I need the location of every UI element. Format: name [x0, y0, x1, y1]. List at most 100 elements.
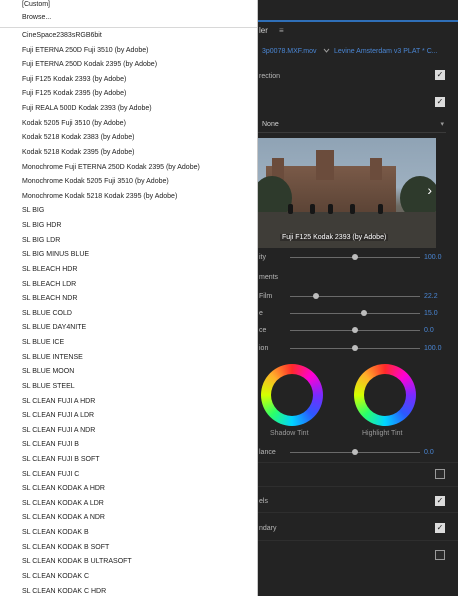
menu-item[interactable]: SL BLEACH HDR: [22, 263, 77, 278]
exposure-label: e: [259, 310, 263, 317]
curves-label: els: [259, 498, 268, 505]
menu-item[interactable]: Browse...: [22, 11, 51, 26]
menu-item[interactable]: SL CLEAN KODAK B SOFT: [22, 541, 109, 556]
menu-item[interactable]: SL CLEAN FUJI A NDR: [22, 424, 95, 439]
menu-item[interactable]: Fuji F125 Kodak 2393 (by Adobe): [22, 73, 126, 88]
preview-ground: [258, 212, 436, 248]
chevron-right-icon[interactable]: ›: [427, 182, 432, 198]
highlight-tint-wheel[interactable]: [354, 364, 416, 426]
vibrance-value[interactable]: 0.0: [424, 327, 434, 334]
menu-item[interactable]: Monochrome Kodak 5218 Kodak 2395 (by Ado…: [22, 190, 177, 205]
adjustments-label: ments: [259, 274, 279, 281]
sharpen-slider-knob[interactable]: [361, 310, 368, 316]
menu-item[interactable]: SL BIG LDR: [22, 234, 60, 249]
saturation-value[interactable]: 100.0: [424, 345, 442, 352]
shadow-tint-wheel[interactable]: [261, 364, 323, 426]
menu-item[interactable]: SL BIG MINUS BLUE: [22, 248, 89, 263]
menu-item[interactable]: Fuji ETERNA 250D Fuji 3510 (by Adobe): [22, 44, 148, 59]
faded-film-slider-knob[interactable]: [313, 293, 319, 299]
menu-item[interactable]: SL BLEACH LDR: [22, 278, 76, 293]
look-dropdown-menu: [Custom] Browse... CineSpace2383sRGB6bit F…: [0, 0, 258, 596]
tint-balance-label: lance: [259, 449, 276, 456]
menu-item[interactable]: SL CLEAN FUJI C: [22, 468, 79, 483]
saturation-slider-knob[interactable]: [352, 345, 358, 351]
menu-item[interactable]: SL BLUE MOON: [22, 365, 74, 380]
menu-item[interactable]: Kodak 5205 Fuji 3510 (by Adobe): [22, 117, 126, 132]
menu-item[interactable]: Monochrome Kodak 5205 Fuji 3510 (by Adob…: [22, 175, 169, 190]
menu-item[interactable]: SL CLEAN KODAK A NDR: [22, 511, 105, 526]
shadow-tint-label: Shadow Tint: [270, 430, 309, 437]
menu-item[interactable]: SL CLEAN KODAK C: [22, 570, 89, 585]
menu-item[interactable]: Fuji REALA 500D Kodak 2393 (by Adobe): [22, 102, 152, 117]
faded-film-label: Film: [259, 293, 273, 300]
menu-item[interactable]: SL CLEAN FUJI B: [22, 438, 79, 453]
saturation-label: ion: [259, 345, 269, 352]
menu-item[interactable]: SL CLEAN KODAK A HDR: [22, 482, 105, 497]
menu-item[interactable]: SL CLEAN FUJI A LDR: [22, 409, 94, 424]
menu-separator: [0, 27, 257, 28]
intensity-label: ity: [259, 254, 266, 261]
section-divider: [258, 462, 458, 463]
menu-item[interactable]: SL CLEAN KODAK B: [22, 526, 89, 541]
hamburger-icon[interactable]: ≡: [279, 26, 284, 35]
menu-item[interactable]: Fuji ETERNA 250D Kodak 2395 (by Adobe): [22, 58, 157, 73]
panel-tab-label[interactable]: ler: [259, 26, 268, 35]
preview-cyclist: [288, 204, 293, 214]
preview-cyclist: [378, 204, 383, 214]
intensity-value[interactable]: 100.0: [424, 254, 442, 261]
menu-item[interactable]: SL BIG: [22, 204, 44, 219]
checkbox-section-3[interactable]: ✓: [435, 523, 445, 533]
section-divider: [258, 512, 458, 513]
preview-tower-right: [370, 158, 382, 180]
menu-item[interactable]: SL CLEAN KODAK B ULTRASOFT: [22, 555, 132, 570]
menu-item[interactable]: Fuji F125 Kodak 2395 (by Adobe): [22, 87, 126, 102]
menu-item[interactable]: SL BIG HDR: [22, 219, 61, 234]
section-divider: [258, 540, 458, 541]
look-preview-image[interactable]: › Fuji F125 Kodak 2393 (by Adobe): [258, 138, 436, 248]
menu-item[interactable]: SL BLUE DAY4NITE: [22, 321, 86, 336]
chevron-down-icon: ▾: [440, 121, 444, 128]
tint-balance-slider-knob[interactable]: [352, 449, 358, 455]
preview-tower: [316, 150, 334, 180]
chevron-down-icon[interactable]: [323, 44, 330, 56]
tint-balance-value[interactable]: 0.0: [424, 449, 434, 456]
secondary-label: ndary: [259, 525, 277, 532]
menu-item[interactable]: Kodak 5218 Kodak 2395 (by Adobe): [22, 146, 134, 161]
menu-item[interactable]: CineSpace2383sRGB6bit: [22, 29, 102, 44]
menu-item[interactable]: SL CLEAN KODAK A LDR: [22, 497, 104, 512]
menu-item[interactable]: SL CLEAN FUJI B SOFT: [22, 453, 100, 468]
menu-item[interactable]: Kodak 5218 Kodak 2383 (by Adobe): [22, 131, 134, 146]
clip-name-selector[interactable]: 3p0078.MXF.mov: [262, 48, 316, 55]
menu-item[interactable]: SL BLUE ICE: [22, 336, 64, 351]
faded-film-value[interactable]: 22.2: [424, 293, 438, 300]
section-divider: [258, 486, 458, 487]
checkbox-section-4[interactable]: [435, 550, 445, 560]
menu-item[interactable]: SL CLEAN KODAK C HDR: [22, 585, 106, 596]
checkbox-section-2[interactable]: ✓: [435, 496, 445, 506]
preview-cyclist: [350, 204, 355, 214]
menu-item[interactable]: SL BLUE STEEL: [22, 380, 75, 395]
vibrance-label: ce: [259, 327, 267, 334]
menu-item[interactable]: SL CLEAN FUJI A HDR: [22, 395, 95, 410]
highlight-tint-label: Highlight Tint: [362, 430, 403, 437]
faded-film-slider-track[interactable]: [290, 296, 420, 297]
look-select-value: None: [262, 121, 279, 128]
intensity-slider-knob[interactable]: [352, 254, 358, 260]
sequence-name-selector[interactable]: Levine Amsterdam v3 PLAT * C...: [334, 48, 438, 55]
menu-item[interactable]: Monochrome Fuji ETERNA 250D Kodak 2395 (…: [22, 161, 200, 176]
sharpen-value[interactable]: 15.0: [424, 310, 438, 317]
look-select[interactable]: None ▾: [258, 118, 446, 133]
screen: ler ≡ 3p0078.MXF.mov Levine Amsterdam v3…: [0, 0, 458, 596]
checkbox-section-1[interactable]: [435, 469, 445, 479]
menu-item[interactable]: SL BLEACH NDR: [22, 292, 77, 307]
direction-label: rection: [259, 73, 281, 80]
preview-caption: Fuji F125 Kodak 2393 (by Adobe): [280, 234, 389, 241]
vibrance-slider-knob[interactable]: [352, 327, 358, 333]
active-tab-indicator: [258, 20, 458, 22]
sharpen-slider-track[interactable]: [290, 313, 420, 314]
checkbox-top[interactable]: ✓: [435, 70, 445, 80]
menu-item[interactable]: SL BLUE INTENSE: [22, 351, 83, 366]
checkbox-direction[interactable]: ✓: [435, 97, 445, 107]
preview-cyclist: [328, 204, 333, 214]
menu-item[interactable]: SL BLUE COLD: [22, 307, 72, 322]
